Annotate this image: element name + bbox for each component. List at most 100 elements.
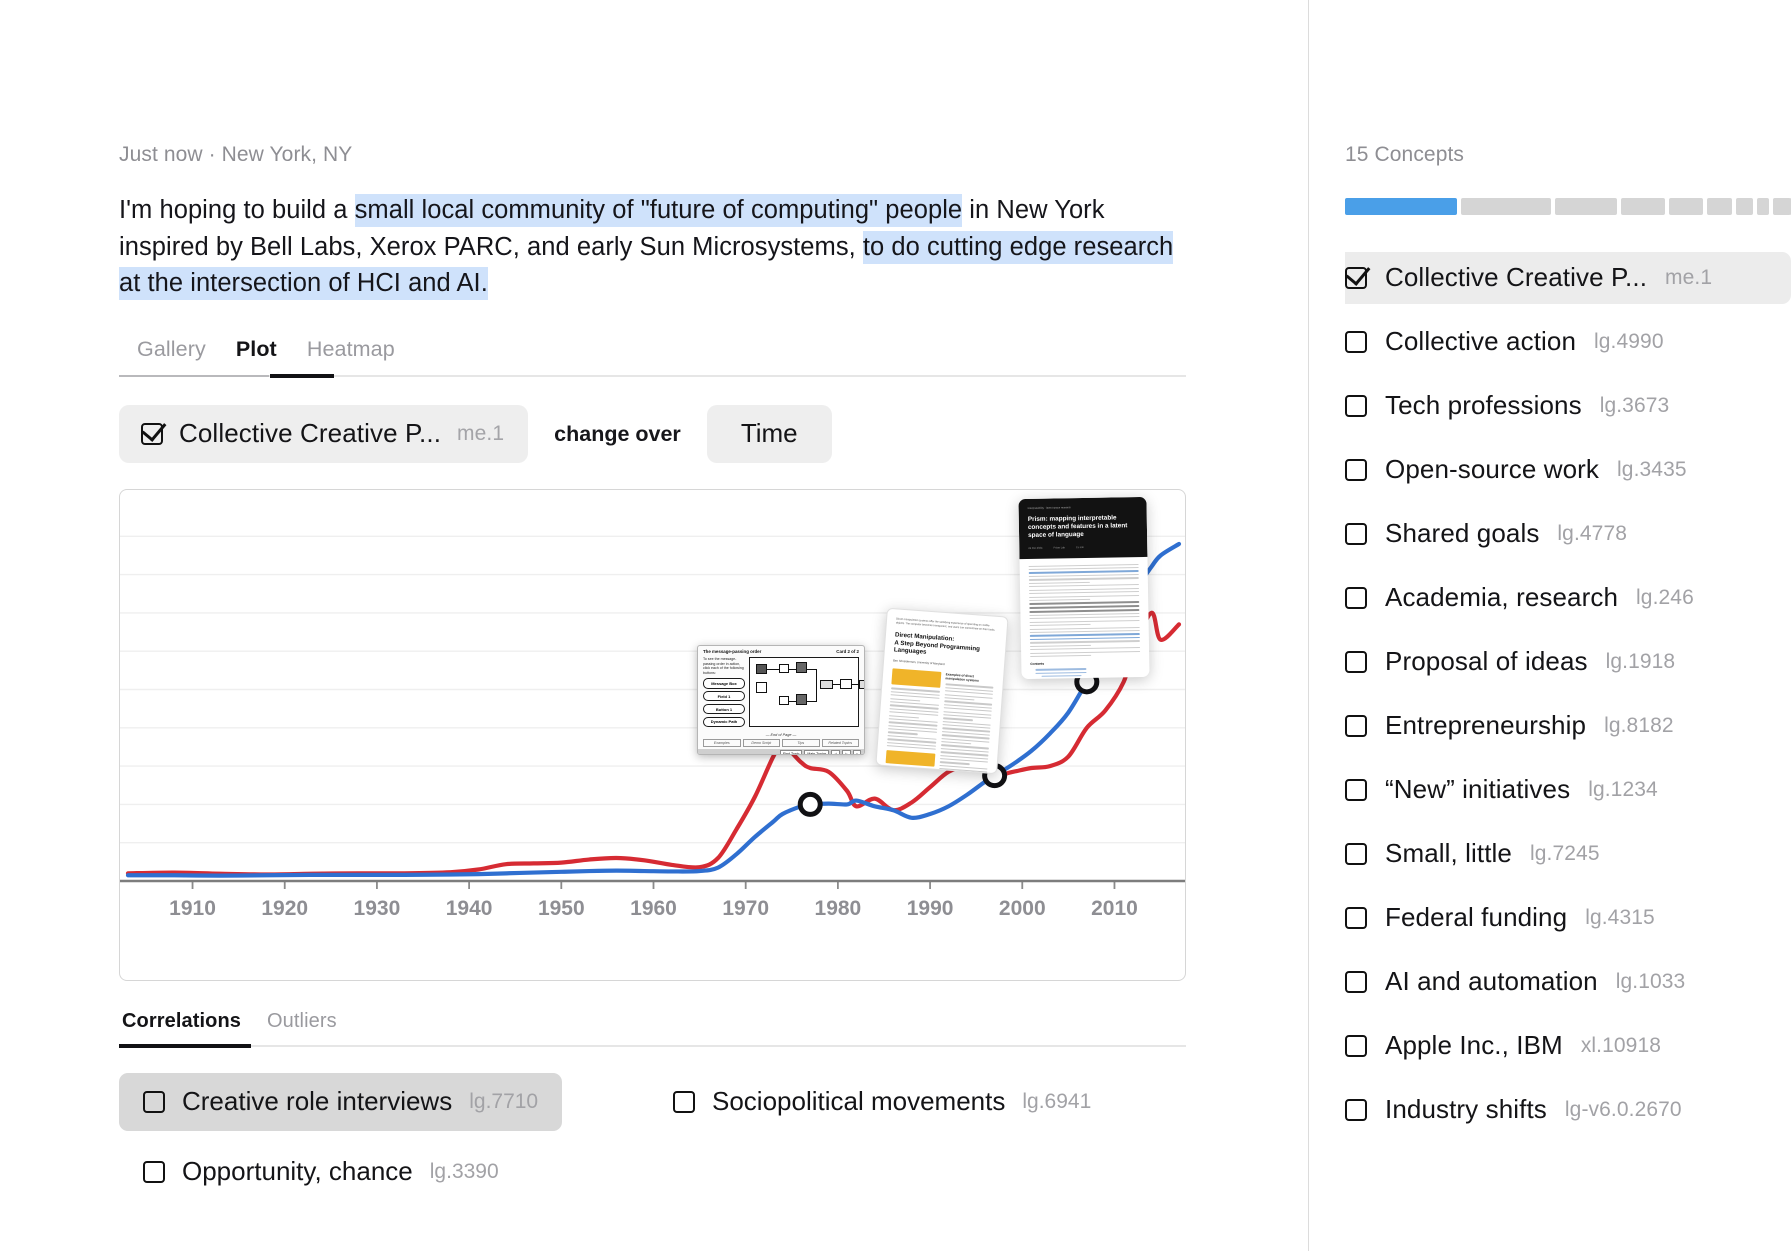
concept-row[interactable]: “New” initiatives lg.1234 bbox=[1345, 764, 1791, 816]
concept-row[interactable]: Collective Creative P... me.1 bbox=[1345, 252, 1791, 304]
concept-segment-3[interactable] bbox=[1621, 198, 1665, 215]
checkbox-icon[interactable] bbox=[143, 1090, 165, 1113]
correlation-label: Sociopolitical movements bbox=[712, 1086, 1006, 1116]
concept-row[interactable]: Entrepreneurship lg.8182 bbox=[1345, 700, 1791, 752]
hypercard-find-topic-button[interactable]: Find Topic bbox=[780, 749, 803, 754]
checkbox-icon[interactable] bbox=[141, 422, 163, 445]
thumbnail-hypercard[interactable]: The message-passing order Card 2 of 2 To… bbox=[697, 645, 865, 755]
prism-title: Prism: mapping interpretable concepts an… bbox=[1027, 514, 1128, 540]
hypercard-footer-examples[interactable]: Examples bbox=[703, 738, 741, 747]
plot-chart-card[interactable]: 1910 1920 1930 1940 1950 1960 1970 1980 1990 2000… bbox=[119, 489, 1186, 981]
concepts-distribution-bar[interactable] bbox=[1345, 198, 1791, 215]
concept-code: me.1 bbox=[1665, 265, 1713, 289]
checkbox-icon[interactable] bbox=[1345, 1098, 1367, 1121]
correlation-item-opportunity-chance[interactable]: Opportunity, chance lg.3390 bbox=[119, 1143, 523, 1201]
checkbox-icon[interactable] bbox=[1345, 906, 1367, 929]
concept-segment-7[interactable] bbox=[1757, 198, 1769, 215]
checkbox-icon[interactable] bbox=[1345, 650, 1367, 673]
checkbox-icon[interactable] bbox=[1345, 778, 1367, 801]
concept-row[interactable]: Shared goals lg.4778 bbox=[1345, 508, 1791, 560]
tab-heatmap[interactable]: Heatmap bbox=[307, 337, 395, 375]
hypercard-card-counter: Card 2 of 2 bbox=[836, 649, 859, 654]
concept-row[interactable]: Small, little lg.7245 bbox=[1345, 828, 1791, 880]
concept-label: Collective action bbox=[1385, 326, 1577, 356]
correlations-tab-underline bbox=[119, 1044, 1186, 1048]
hypercard-node-button1 bbox=[756, 664, 767, 674]
concept-row[interactable]: Federal funding lg.4315 bbox=[1345, 892, 1791, 944]
hypercard-main-topics-button[interactable]: Main Topics bbox=[804, 749, 830, 754]
checkbox-icon[interactable] bbox=[1345, 586, 1367, 609]
app-root: Just now · New York, NY I'm hoping to bu… bbox=[0, 0, 1791, 1251]
checkbox-icon[interactable] bbox=[1345, 458, 1367, 481]
concept-label: Shared goals bbox=[1385, 518, 1540, 548]
hypercard-node-the-stack bbox=[820, 680, 833, 689]
correlations-tabs: Correlations Outliers bbox=[119, 1010, 1186, 1045]
concept-row[interactable]: Proposal of ideas lg.1918 bbox=[1345, 636, 1791, 688]
axis-chip-time[interactable]: Time bbox=[706, 405, 832, 463]
checkbox-icon[interactable] bbox=[1345, 394, 1367, 417]
hypercard-edge-2 bbox=[789, 669, 796, 670]
concept-row[interactable]: Academia, research lg.246 bbox=[1345, 572, 1791, 624]
correlation-item-sociopolitical-movements[interactable]: Sociopolitical movements lg.6941 bbox=[649, 1073, 1115, 1131]
hypercard-button-button-1[interactable]: Button 1 bbox=[703, 703, 745, 715]
concept-segment-6[interactable] bbox=[1736, 198, 1753, 215]
concept-row[interactable]: Apple Inc., IBM xl.10918 bbox=[1345, 1020, 1791, 1072]
checkbox-icon[interactable] bbox=[1345, 970, 1367, 993]
concept-row[interactable]: Open-source work lg.3435 bbox=[1345, 444, 1791, 496]
hypercard-nav-prev[interactable]: ◁ bbox=[831, 749, 841, 754]
hypercard-button-dynamic-path[interactable]: Dynamic Path bbox=[703, 716, 745, 727]
concept-row[interactable]: Collective action lg.4990 bbox=[1345, 316, 1791, 368]
concept-row[interactable]: Industry shifts lg-v6.0.2670 bbox=[1345, 1084, 1791, 1136]
concept-segment-8[interactable] bbox=[1773, 198, 1791, 215]
prompt-segment-1: I'm hoping to build a bbox=[119, 196, 355, 224]
concept-chip-code: me.1 bbox=[457, 421, 505, 445]
thumbnail-prism-paper[interactable]: Interpretability · latent space research… bbox=[1018, 496, 1150, 680]
concept-label: Collective Creative P... bbox=[1385, 262, 1648, 292]
hypercard-footer-related-topics[interactable]: Related Topics bbox=[821, 738, 859, 747]
hypercard-title-row: The message-passing order Card 2 of 2 bbox=[698, 646, 864, 654]
correlations-grid: Creative role interviews lg.7710 Sociopo… bbox=[119, 1073, 1186, 1193]
hypercard-button-message-box[interactable]: Message Box bbox=[703, 678, 745, 689]
hypercard-edge-7 bbox=[833, 684, 840, 685]
concept-segment-5[interactable] bbox=[1707, 198, 1732, 215]
hypercard-footer-tips[interactable]: Tips bbox=[782, 738, 820, 747]
chart-marker-1977[interactable] bbox=[797, 791, 823, 817]
prompt-highlight-1[interactable]: small local community of "future of comp… bbox=[354, 194, 963, 227]
checkbox-icon[interactable] bbox=[1345, 1034, 1367, 1057]
paper-columns: Examples of direct manipulation systems bbox=[883, 668, 994, 775]
concept-segment-1[interactable] bbox=[1461, 198, 1551, 215]
hypercard-nav-home[interactable]: ⌂ bbox=[852, 749, 861, 754]
thumbnail-direct-manipulation-paper[interactable]: Direct manipulation systems offer the sa… bbox=[875, 607, 1009, 775]
hypercard-nav-next[interactable]: ▷ bbox=[842, 749, 851, 754]
hypercard-button-field-1[interactable]: Field 1 bbox=[703, 691, 745, 702]
hypercard-edge-5 bbox=[816, 669, 817, 701]
checkbox-icon[interactable] bbox=[1345, 842, 1367, 865]
tab-correlations[interactable]: Correlations bbox=[122, 1010, 241, 1045]
tab-plot[interactable]: Plot bbox=[236, 337, 277, 375]
concept-label: Proposal of ideas bbox=[1385, 646, 1588, 676]
tab-underline-active bbox=[270, 374, 334, 378]
chart-xtick-label-1950: 1950 bbox=[538, 897, 585, 920]
concept-row[interactable]: Tech professions lg.3673 bbox=[1345, 380, 1791, 432]
hypercard-body: To see the message-passing order in acti… bbox=[698, 654, 864, 733]
concept-segment-4[interactable] bbox=[1669, 198, 1703, 215]
tab-gallery[interactable]: Gallery bbox=[137, 337, 206, 375]
checkbox-icon[interactable] bbox=[1345, 330, 1367, 353]
concept-segment-2[interactable] bbox=[1555, 198, 1617, 215]
chart-xtick-label-1920: 1920 bbox=[261, 897, 308, 920]
hypercard-footer-demo-script[interactable]: Demo Script bbox=[742, 738, 780, 747]
concept-row[interactable]: AI and automation lg.1033 bbox=[1345, 956, 1791, 1008]
tab-outliers[interactable]: Outliers bbox=[267, 1010, 337, 1045]
checkbox-icon[interactable] bbox=[1345, 522, 1367, 545]
concept-segment-0[interactable] bbox=[1345, 198, 1457, 215]
checkbox-icon[interactable] bbox=[1345, 266, 1367, 289]
checkbox-icon[interactable] bbox=[1345, 714, 1367, 737]
checkbox-icon[interactable] bbox=[143, 1160, 165, 1183]
concept-chip[interactable]: Collective Creative P... me.1 bbox=[119, 405, 529, 463]
correlation-item-creative-role-interviews[interactable]: Creative role interviews lg.7710 bbox=[119, 1073, 563, 1131]
concept-code: lg-v6.0.2670 bbox=[1564, 1097, 1682, 1121]
chart-xtick-label-2010: 2010 bbox=[1091, 897, 1138, 920]
correlation-label: Creative role interviews bbox=[182, 1086, 453, 1116]
concept-label: Open-source work bbox=[1385, 454, 1600, 484]
checkbox-icon[interactable] bbox=[673, 1090, 695, 1113]
